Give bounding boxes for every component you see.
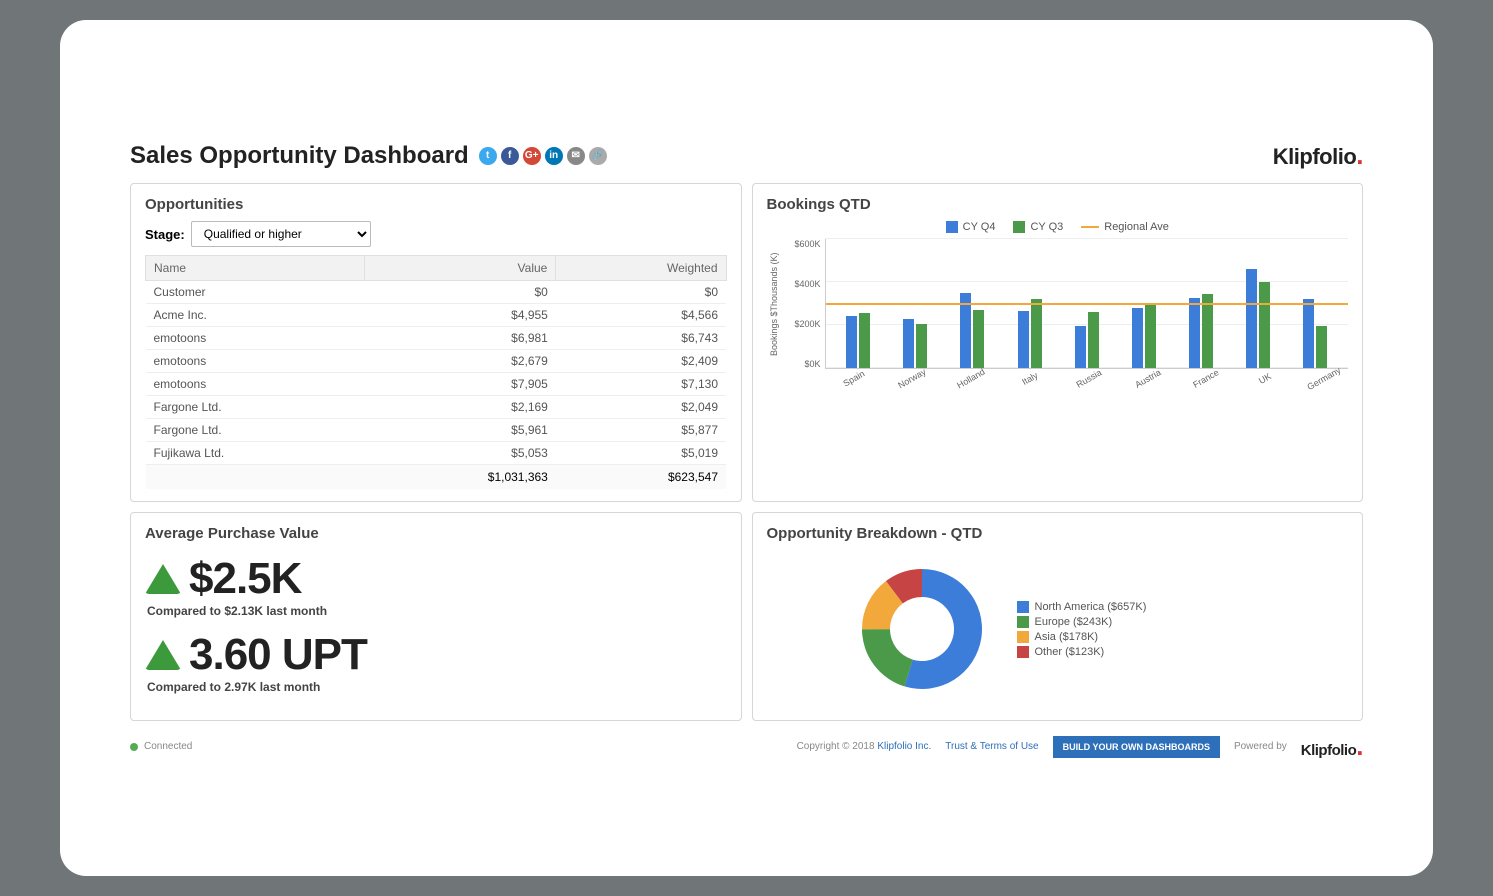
app-frame: Sales Opportunity Dashboard t f G+ in ✉ … xyxy=(60,20,1433,876)
table-row[interactable]: Fargone Ltd.$5,961$5,877 xyxy=(146,419,727,442)
col-value: Value xyxy=(364,256,556,281)
connection-status: Connected xyxy=(144,741,192,752)
facebook-icon[interactable]: f xyxy=(501,147,519,165)
bar[interactable] xyxy=(1075,326,1086,368)
link-icon[interactable]: 🔗 xyxy=(589,147,607,165)
bookings-panel: Bookings QTD CY Q4 CY Q3 Regional Ave Bo… xyxy=(752,183,1364,502)
footer: Connected Copyright © 2018 Klipfolio Inc… xyxy=(130,731,1363,762)
trust-link[interactable]: Trust & Terms of Use xyxy=(945,741,1038,752)
bar[interactable] xyxy=(1202,294,1213,368)
brand-logo: Klipfolio xyxy=(1273,140,1363,171)
breakdown-panel: Opportunity Breakdown - QTD North Americ… xyxy=(752,512,1364,721)
apv-title: Average Purchase Value xyxy=(145,525,727,542)
table-row[interactable]: Fujikawa Ltd.$5,053$5,019 xyxy=(146,442,727,465)
opportunities-table: Name Value Weighted Customer$0$0Acme Inc… xyxy=(145,255,727,489)
bookings-legend: CY Q4 CY Q3 Regional Ave xyxy=(767,221,1349,233)
bar[interactable] xyxy=(1088,312,1099,368)
stage-label: Stage: xyxy=(145,227,185,242)
opportunities-title: Opportunities xyxy=(145,196,727,213)
bar[interactable] xyxy=(916,324,927,368)
bookings-title: Bookings QTD xyxy=(767,196,1349,213)
bar-plot-area xyxy=(825,239,1349,369)
bar[interactable] xyxy=(1132,308,1143,368)
table-row[interactable]: Fargone Ltd.$2,169$2,049 xyxy=(146,396,727,419)
bar[interactable] xyxy=(1018,311,1029,368)
trend-up-icon xyxy=(145,564,181,594)
kpi-upt-value: 3.60 UPT xyxy=(189,630,367,680)
y-axis-label: Bookings $Thousands (K) xyxy=(767,239,781,369)
kpi-upt-sub: Compared to 2.97K last month xyxy=(147,680,727,694)
table-row[interactable]: emotoons$2,679$2,409 xyxy=(146,350,727,373)
bar[interactable] xyxy=(1031,299,1042,368)
status-dot-icon xyxy=(130,743,138,751)
trend-up-icon xyxy=(145,640,181,670)
bar[interactable] xyxy=(859,313,870,368)
bar[interactable] xyxy=(1303,299,1314,368)
donut-slice[interactable] xyxy=(862,629,913,686)
page-title: Sales Opportunity Dashboard xyxy=(130,142,469,170)
apv-panel: Average Purchase Value $2.5K Compared to… xyxy=(130,512,742,721)
table-row[interactable]: Customer$0$0 xyxy=(146,281,727,304)
footer-logo: Klipfolio xyxy=(1301,731,1363,762)
bar[interactable] xyxy=(846,316,857,368)
bar[interactable] xyxy=(1145,305,1156,368)
build-dashboard-button[interactable]: BUILD YOUR OWN DASHBOARDS xyxy=(1053,736,1220,758)
donut-legend: North America ($657K)Europe ($243K)Asia … xyxy=(1017,598,1147,661)
kpi-purchase-value: $2.5K xyxy=(189,554,301,604)
powered-by-label: Powered by xyxy=(1234,741,1287,752)
kpi-purchase-sub: Compared to $2.13K last month xyxy=(147,604,727,618)
col-name: Name xyxy=(146,256,365,281)
bar[interactable] xyxy=(1316,326,1327,368)
bar[interactable] xyxy=(1189,298,1200,368)
email-icon[interactable]: ✉ xyxy=(567,147,585,165)
table-row[interactable]: Acme Inc.$4,955$4,566 xyxy=(146,304,727,327)
header: Sales Opportunity Dashboard t f G+ in ✉ … xyxy=(130,140,1363,171)
bar[interactable] xyxy=(973,310,984,369)
bar[interactable] xyxy=(903,319,914,368)
breakdown-title: Opportunity Breakdown - QTD xyxy=(767,525,1349,542)
gplus-icon[interactable]: G+ xyxy=(523,147,541,165)
social-icons: t f G+ in ✉ 🔗 xyxy=(479,147,607,165)
table-row[interactable]: emotoons$7,905$7,130 xyxy=(146,373,727,396)
donut-chart xyxy=(857,564,987,694)
linkedin-icon[interactable]: in xyxy=(545,147,563,165)
opportunities-panel: Opportunities Stage: Qualified or higher… xyxy=(130,183,742,502)
total-weighted: $623,547 xyxy=(556,465,726,490)
bar[interactable] xyxy=(1259,282,1270,368)
klipfolio-link[interactable]: Klipfolio Inc. xyxy=(877,741,931,752)
bar[interactable] xyxy=(1246,269,1257,368)
twitter-icon[interactable]: t xyxy=(479,147,497,165)
stage-select[interactable]: Qualified or higher xyxy=(191,221,371,247)
total-value: $1,031,363 xyxy=(364,465,556,490)
col-weighted: Weighted xyxy=(556,256,726,281)
table-row[interactable]: emotoons$6,981$6,743 xyxy=(146,327,727,350)
